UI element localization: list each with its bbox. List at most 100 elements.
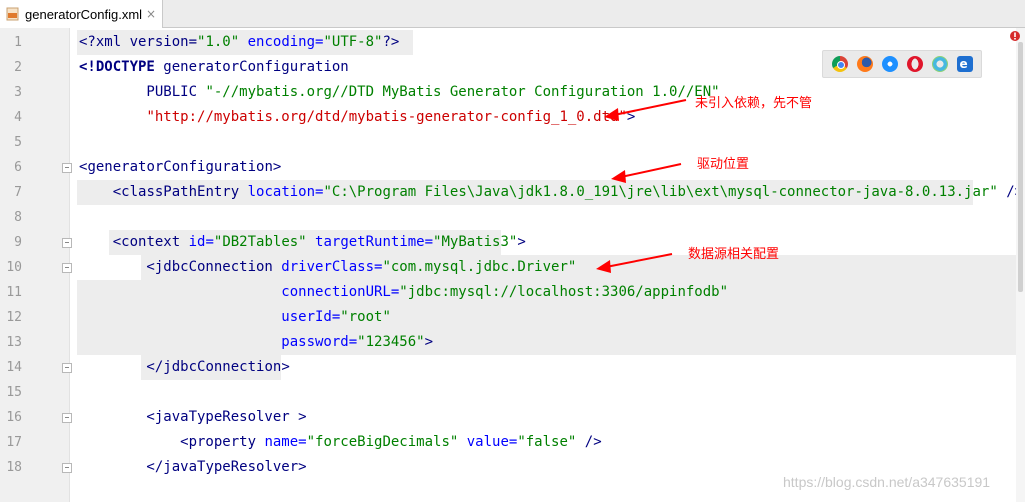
line-number: 12 [6, 310, 22, 325]
chrome-icon[interactable] [831, 56, 848, 72]
line-number: 14 [6, 360, 22, 375]
tab-label: generatorConfig.xml [25, 6, 143, 22]
tab-generatorconfig-xml[interactable]: generatorConfig.xml × [0, 0, 163, 28]
line-number: 17 [6, 435, 22, 450]
annotation-arrow [611, 163, 682, 183]
firefox-icon[interactable] [856, 56, 873, 72]
line-number: 3 [14, 85, 22, 100]
code-token: ?> [382, 34, 400, 50]
code-line-6: <generatorConfiguration> [79, 155, 281, 180]
code-token: > [289, 409, 307, 425]
line-number-gutter: 1 2 3 4 5 6 7 8 9 10 11 12 13 14 15 16 1… [0, 28, 72, 502]
code-token: "C:\Program Files\Java\jdk1.8.0_191\jre\… [323, 184, 998, 200]
code-line-7: <classPathEntry location="C:\Program Fil… [79, 180, 1023, 205]
code-token: </ [79, 459, 164, 475]
code-line-11: connectionURL="jdbc:mysql://localhost:33… [79, 280, 728, 305]
annotation-datasource: 数据源相关配置 [688, 247, 780, 262]
code-token: "UTF-8" [323, 34, 383, 50]
code-token: encoding= [239, 34, 324, 50]
code-editor[interactable]: <?xml version="1.0" encoding="UTF-8"?> <… [71, 28, 1023, 502]
code-token: > [298, 459, 307, 475]
code-token: "1.0" [197, 34, 240, 50]
code-token: driverClass= [272, 259, 383, 275]
line-number: 15 [6, 385, 22, 400]
line-number: 11 [6, 285, 22, 300]
annotation-arrow [596, 253, 673, 273]
xml-file-icon [6, 7, 20, 21]
code-token: "root" [340, 309, 391, 325]
code-token: connectionURL= [79, 284, 400, 300]
code-token: "false" [517, 434, 577, 450]
code-token: < [79, 184, 122, 200]
code-token: name= [256, 434, 307, 450]
code-token: > [424, 334, 434, 350]
code-token: > [272, 159, 282, 175]
line-number: 13 [6, 335, 22, 350]
line-number: 2 [14, 60, 22, 75]
code-token: javaTypeResolver [154, 409, 290, 425]
code-token: <?xml version= [79, 34, 198, 50]
code-line-4: "http://mybatis.org/dtd/mybatis-generato… [79, 105, 635, 130]
code-token: targetRuntime= [306, 234, 434, 250]
code-token: "DB2Tables" [213, 234, 307, 250]
code-token: javaTypeResolver [163, 459, 299, 475]
safari-icon[interactable] [881, 56, 898, 72]
code-line-1: <?xml version="1.0" encoding="UTF-8"?> [79, 30, 399, 55]
code-line-10: <jdbcConnection driverClass="com.mysql.j… [79, 255, 576, 280]
code-token: < [79, 434, 189, 450]
opera-icon[interactable] [906, 56, 923, 72]
code-token: userId= [79, 309, 341, 325]
ie-old-icon[interactable] [931, 56, 948, 72]
code-token: /> [576, 434, 602, 450]
editor-tab-bar: generatorConfig.xml × [0, 0, 1025, 28]
code-line-17: <property name="forceBigDecimals" value=… [79, 430, 602, 455]
code-token: < [79, 234, 122, 250]
code-line-14: </jdbcConnection> [79, 355, 290, 380]
code-token: PUBLIC [79, 84, 206, 100]
code-token: generatorConfiguration [163, 59, 349, 75]
annotation-driver: 驱动位置 [697, 157, 750, 172]
code-token: "http://mybatis.org/dtd/mybatis-generato… [146, 109, 627, 125]
code-token: jdbcConnection [154, 259, 273, 275]
line-number: 8 [14, 210, 22, 225]
code-token: id= [180, 234, 214, 250]
close-icon[interactable]: × [146, 7, 156, 21]
code-line-16: <javaTypeResolver > [79, 405, 307, 430]
code-token: <!DOCTYPE [79, 59, 164, 75]
code-token: location= [239, 184, 324, 200]
line-number: 5 [14, 135, 22, 150]
code-line-2: <!DOCTYPE generatorConfiguration [79, 55, 349, 80]
line-number: 7 [14, 185, 22, 200]
code-token: generatorConfiguration [87, 159, 273, 175]
line-number: 10 [6, 260, 22, 275]
code-line-13: password="123456"> [79, 330, 433, 355]
code-token: "MyBatis3" [433, 234, 518, 250]
browser-preview-bar: e [822, 50, 982, 78]
code-line-18: </javaTypeResolver> [79, 455, 307, 480]
code-token: > [281, 359, 290, 375]
code-token: context [121, 234, 181, 250]
code-token: property [188, 434, 257, 450]
code-token: > [517, 234, 526, 250]
annotation-arrow [604, 99, 687, 121]
code-token: < [79, 259, 155, 275]
watermark: https://blog.csdn.net/a347635191 [783, 474, 991, 490]
code-token: classPathEntry [121, 184, 240, 200]
line-number: 6 [14, 160, 22, 175]
code-line-9: <context id="DB2Tables" targetRuntime="M… [79, 230, 526, 255]
line-number: 1 [14, 35, 22, 50]
code-token: value= [458, 434, 518, 450]
line-number: 9 [14, 235, 22, 250]
code-token: < [79, 409, 155, 425]
code-line-12: userId="root" [79, 305, 391, 330]
annotation-dependency: 未引入依赖，先不管 [695, 96, 813, 111]
error-indicator-icon[interactable] [1009, 30, 1021, 42]
code-token: "forceBigDecimals" [306, 434, 459, 450]
code-token: </ [79, 359, 164, 375]
edge-icon[interactable]: e [956, 56, 973, 72]
code-token: password= [79, 334, 358, 350]
line-number: 16 [6, 410, 22, 425]
code-token: "123456" [357, 334, 425, 350]
scrollbar-thumb[interactable] [1018, 42, 1023, 292]
